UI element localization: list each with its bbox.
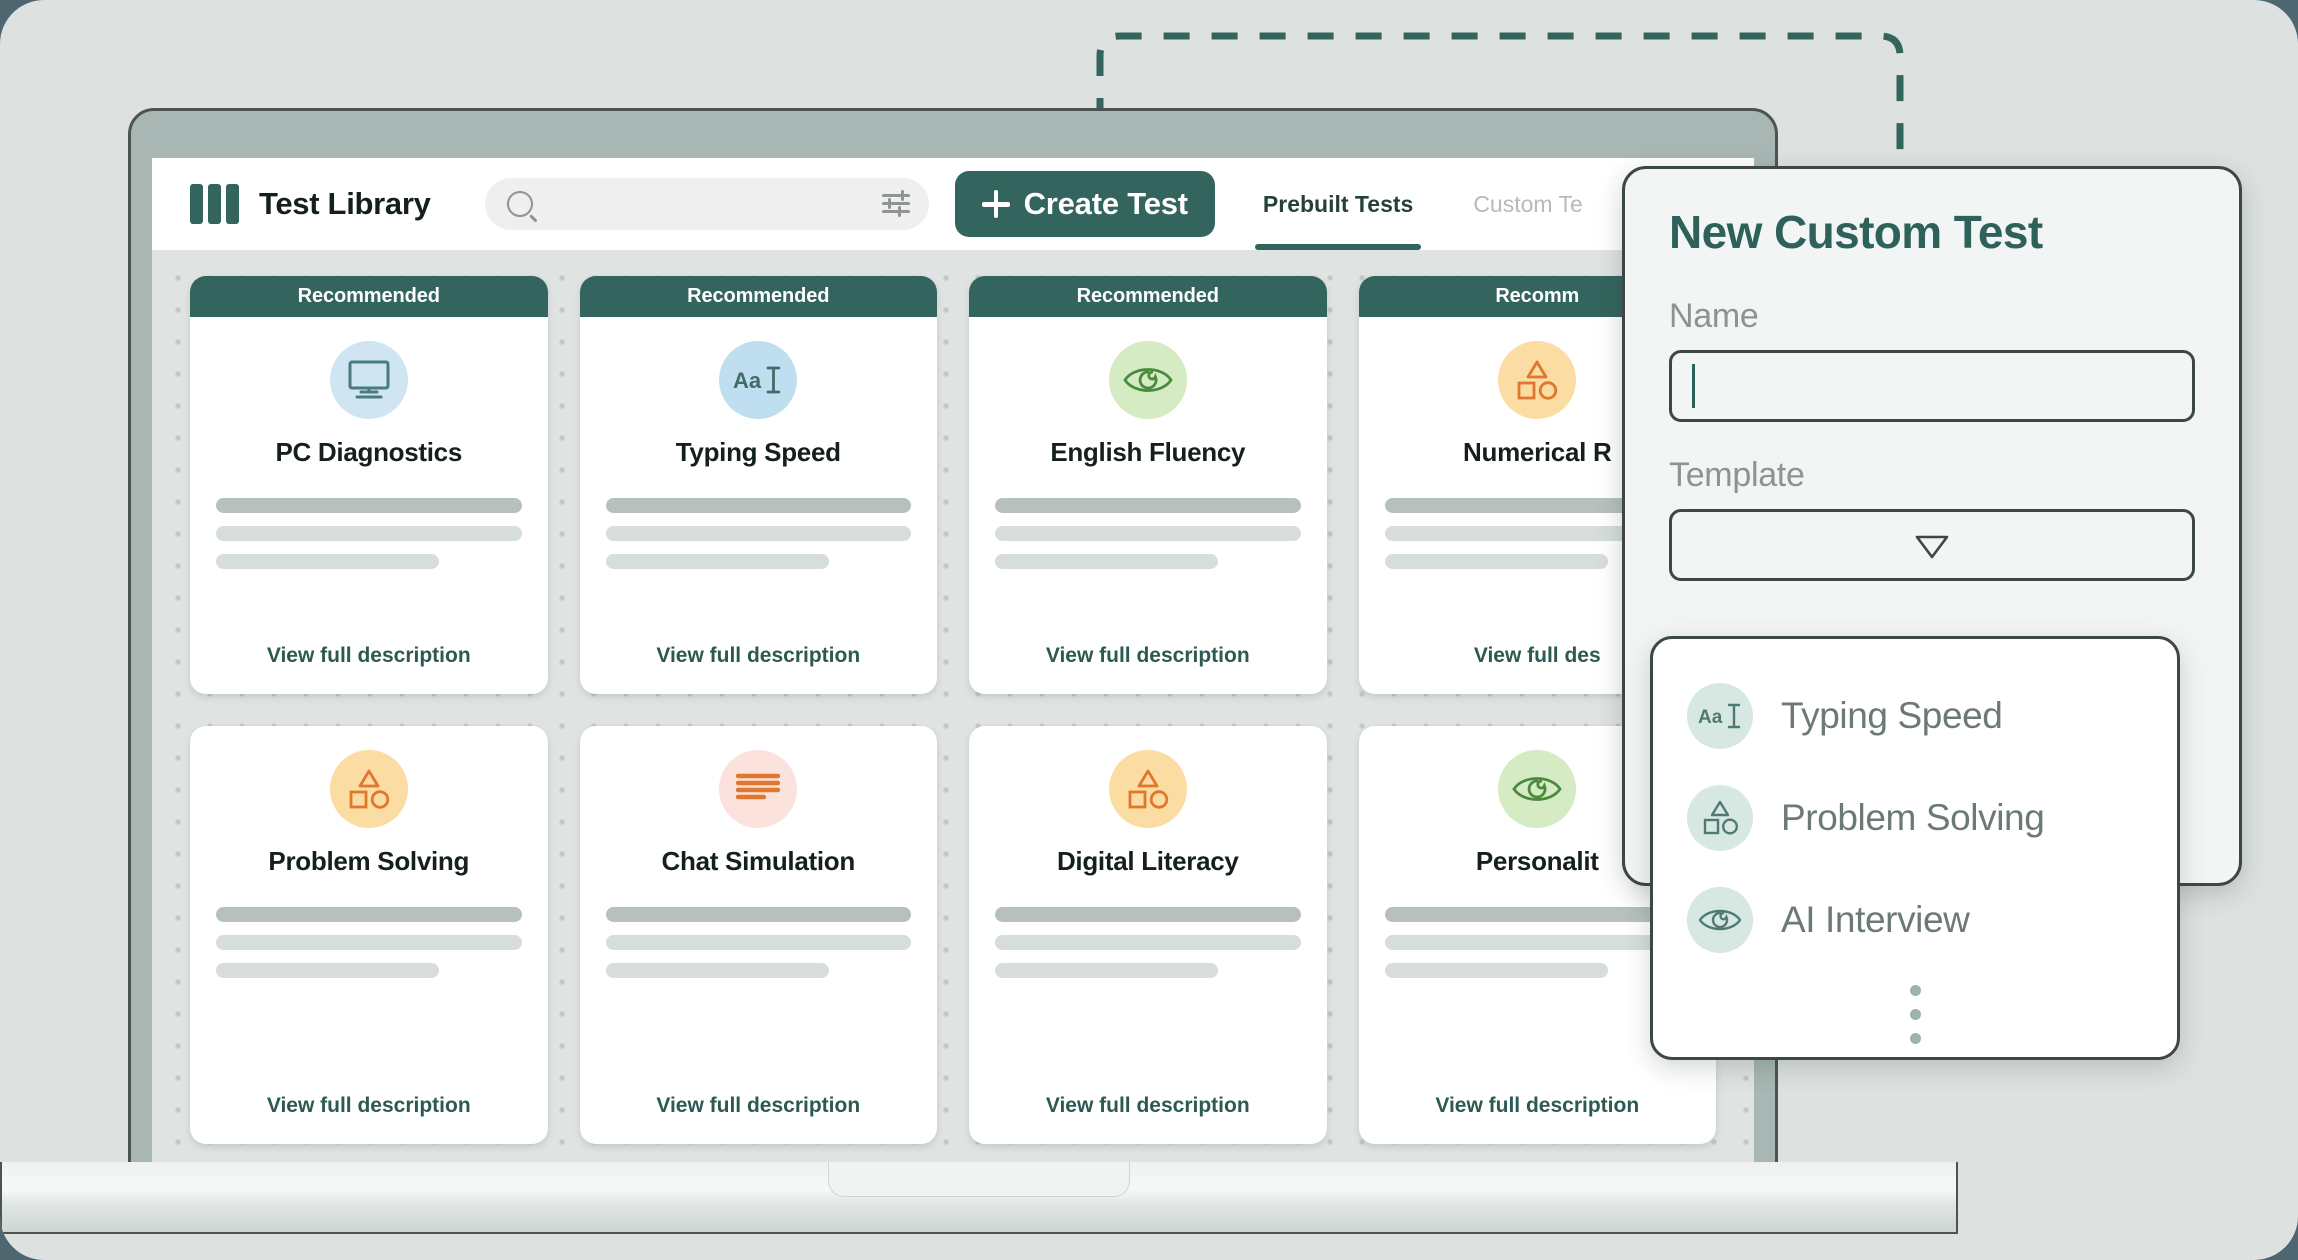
test-card-title: English Fluency — [1050, 437, 1246, 467]
shapes-icon — [1108, 750, 1187, 828]
tab-custom-tests[interactable]: Custom Te — [1473, 158, 1583, 250]
create-test-label: Create Test — [1023, 186, 1189, 221]
description-placeholder — [995, 498, 1301, 582]
dropdown-option-label: Typing Speed — [1781, 695, 2003, 736]
test-card[interactable]: Recommended PC Diagnostics View full descr… — [190, 276, 548, 694]
dropdown-option-label: Problem Solving — [1781, 797, 2045, 838]
description-placeholder — [216, 907, 522, 991]
three-bars-logo-icon — [190, 184, 239, 224]
test-card[interactable]: Recommended English Fluency View full desc… — [969, 276, 1327, 694]
name-field[interactable] — [1669, 350, 2195, 422]
test-card-title: Typing Speed — [675, 437, 841, 467]
sliders-filter-icon[interactable] — [879, 187, 913, 221]
test-card-body: Problem Solving — [190, 726, 548, 1076]
app-topbar: Test Library Create Test Prebuilt Tests … — [152, 158, 1754, 250]
description-placeholder — [995, 907, 1301, 991]
background-panel: Test Library Create Test Prebuilt Tests … — [0, 0, 2298, 1260]
dropdown-option-ai-interview[interactable]: AI Interview — [1653, 869, 2177, 971]
laptop-base — [0, 1162, 1958, 1234]
recommended-badge: Recommended — [579, 276, 937, 317]
test-card-grid-area: Recommended PC Diagnostics View full descr… — [152, 250, 1754, 1162]
test-card-body: Aa Typing Speed — [580, 317, 938, 626]
dropdown-option-label: AI Interview — [1781, 899, 1970, 940]
view-full-description-link[interactable]: View full description — [969, 626, 1327, 694]
template-select[interactable] — [1669, 509, 2195, 581]
template-field-label: Template — [1669, 456, 1805, 494]
svg-text:Aa: Aa — [1698, 707, 1723, 728]
tab-custom-tests-label: Custom Te — [1473, 190, 1583, 217]
dropdown-option-problem-solving[interactable]: Problem Solving — [1653, 767, 2177, 869]
create-test-button[interactable]: Create Test — [954, 171, 1215, 237]
shapes-icon — [1498, 341, 1577, 419]
tab-prebuilt-tests-label: Prebuilt Tests — [1262, 190, 1414, 217]
vertical-ellipsis-icon — [1653, 985, 2177, 1044]
shapes-icon — [1687, 785, 1753, 851]
test-card-title: Numerical R — [1463, 437, 1612, 467]
test-card[interactable]: Recommended Aa Typing Speed View full descr… — [579, 276, 938, 694]
test-card[interactable]: Digital Literacy View full description — [969, 726, 1327, 1144]
view-full-description-link[interactable]: View full description — [190, 626, 548, 694]
page-title: Test Library — [259, 186, 431, 221]
test-card-title: PC Diagnostics — [275, 437, 462, 467]
view-full-description-link[interactable]: View full description — [580, 1076, 938, 1144]
description-placeholder — [605, 498, 911, 582]
recommended-badge: Recommended — [969, 276, 1327, 317]
modal-title: New Custom Test — [1669, 206, 2043, 258]
view-full-description-link[interactable]: View full description — [969, 1076, 1327, 1144]
shapes-icon — [329, 750, 408, 828]
test-card-title: Personalit — [1475, 846, 1599, 876]
test-card-body: Digital Literacy — [969, 726, 1327, 1076]
eye-icon — [1687, 887, 1753, 953]
name-field-label: Name — [1669, 297, 1759, 335]
view-full-description-link[interactable]: View full description — [580, 626, 938, 694]
search-icon — [506, 191, 533, 217]
search-input[interactable] — [532, 193, 879, 215]
text-caret — [1692, 364, 1695, 408]
svg-text:Aa: Aa — [733, 368, 762, 393]
eye-icon — [1108, 341, 1187, 419]
description-placeholder — [216, 498, 522, 582]
description-placeholder — [1384, 907, 1690, 991]
test-card[interactable]: Chat Simulation View full description — [579, 726, 938, 1144]
text-cursor-icon: Aa — [1687, 683, 1753, 749]
chat-lines-icon — [719, 750, 798, 828]
laptop-screen: Test Library Create Test Prebuilt Tests … — [152, 158, 1754, 1162]
plus-icon — [981, 190, 1010, 218]
test-card-body: Chat Simulation — [580, 726, 938, 1076]
test-card-grid: Recommended PC Diagnostics View full descr… — [190, 276, 1716, 1144]
view-full-description-link[interactable]: View full description — [1359, 1076, 1717, 1144]
chevron-down-icon — [1914, 534, 1950, 559]
test-card-body: PC Diagnostics — [190, 317, 548, 626]
description-placeholder — [605, 907, 911, 991]
modal-spacer — [1669, 422, 2195, 456]
eye-icon — [1498, 750, 1577, 828]
tab-prebuilt-tests[interactable]: Prebuilt Tests — [1254, 158, 1422, 250]
test-card-title: Problem Solving — [268, 846, 470, 876]
dropdown-option-typing-speed[interactable]: Aa Typing Speed — [1653, 665, 2177, 767]
test-card-title: Digital Literacy — [1056, 846, 1239, 876]
test-card[interactable]: Problem Solving View full description — [190, 726, 548, 1144]
test-card-title: Chat Simulation — [661, 846, 856, 876]
text-cursor-icon: Aa — [719, 341, 798, 419]
test-card-body: English Fluency — [969, 317, 1327, 626]
view-full-description-link[interactable]: View full description — [190, 1076, 548, 1144]
search-bar[interactable] — [484, 178, 929, 230]
template-dropdown-list[interactable]: Aa Typing Speed Problem Solving AI Inter… — [1650, 636, 2180, 1060]
monitor-icon — [329, 341, 408, 419]
recommended-badge: Recommended — [190, 276, 548, 317]
